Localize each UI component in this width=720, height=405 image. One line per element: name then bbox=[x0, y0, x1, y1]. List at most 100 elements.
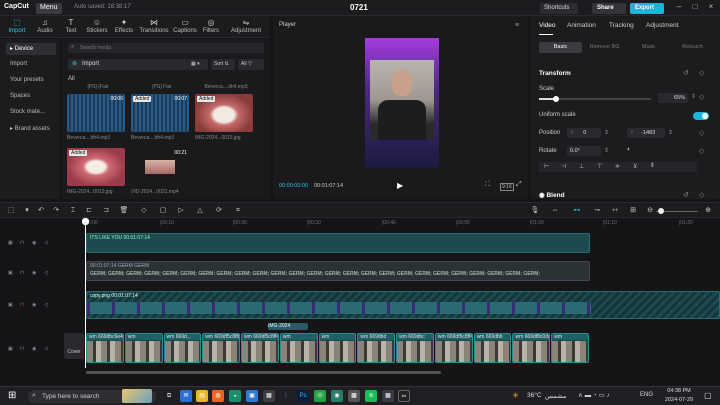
task-view-icon[interactable]: ⧉ bbox=[163, 390, 175, 402]
expand-icon[interactable]: ⤢ bbox=[516, 181, 522, 189]
select-cursor-icon[interactable]: ⬚ bbox=[6, 206, 16, 216]
input-language[interactable]: ENG bbox=[640, 392, 653, 398]
video-clip[interactable]: wm 669d... bbox=[163, 333, 202, 363]
share-button[interactable]: Share bbox=[592, 3, 626, 14]
nav-brand-assets[interactable]: ▸ Brand assets bbox=[6, 123, 56, 135]
video-clip[interactable]: wm bbox=[551, 333, 589, 363]
tool-import[interactable]: ⬚ Import bbox=[2, 18, 32, 38]
bluetooth-icon[interactable]: ᛒ bbox=[280, 390, 292, 402]
audio-icon[interactable]: ◁ bbox=[44, 302, 50, 308]
photoshop-icon[interactable]: Ps bbox=[297, 390, 309, 402]
video-clip[interactable]: wm 669df5c8ff4c bbox=[241, 333, 279, 363]
visibility-icon[interactable]: ◉ bbox=[32, 240, 38, 246]
clock-date[interactable]: 2024-07-29 bbox=[662, 397, 696, 403]
player-menu-icon[interactable]: ≡ bbox=[515, 22, 519, 29]
lock-icon[interactable]: ⊓ bbox=[20, 270, 26, 276]
cover-button[interactable]: Cover bbox=[64, 333, 84, 359]
nav-presets[interactable]: Your presets bbox=[6, 75, 56, 87]
reset-icon[interactable]: ↺ bbox=[683, 69, 689, 77]
align-left-icon[interactable]: ⊢ bbox=[544, 163, 549, 170]
preview-axis-icon[interactable]: ⇿ bbox=[610, 206, 620, 216]
media-item-audio[interactable]: 00:06 bbox=[67, 94, 125, 132]
tab-animation[interactable]: Animation bbox=[567, 22, 596, 29]
lock-icon[interactable]: ⊓ bbox=[20, 302, 26, 308]
align-right-icon[interactable]: ⊥ bbox=[579, 163, 584, 170]
position-y-field[interactable]: Y -1483 bbox=[627, 128, 665, 138]
app-icon[interactable]: ▩ bbox=[348, 390, 360, 402]
video-clip[interactable]: wm bbox=[318, 333, 357, 363]
nav-import[interactable]: Import bbox=[6, 59, 56, 71]
zoom-out-icon[interactable]: ⊖ bbox=[645, 206, 655, 216]
edge-icon[interactable]: ◒ bbox=[229, 390, 241, 402]
tray-icons[interactable]: ∧ ▬ ◔ ▭ ♪ bbox=[578, 391, 610, 399]
shield-icon[interactable]: ◇ bbox=[139, 206, 149, 216]
video-clip[interactable]: wm 669dbd bbox=[357, 333, 396, 363]
video-clip[interactable]: wm bbox=[279, 333, 318, 363]
nav-device[interactable]: ▸ Device bbox=[6, 43, 56, 55]
visibility-icon[interactable]: ◉ bbox=[32, 346, 38, 352]
menu-button[interactable]: Menu bbox=[36, 3, 62, 14]
sort-button[interactable]: Sort ⇅ bbox=[211, 59, 235, 70]
stepper-icon[interactable]: ⇕ bbox=[691, 93, 696, 100]
export-button[interactable]: Export bbox=[630, 3, 664, 14]
playhead[interactable] bbox=[82, 218, 89, 368]
subtab-mask[interactable]: Mask bbox=[627, 42, 670, 53]
media-item-image[interactable]: Added bbox=[67, 148, 125, 186]
lock-icon[interactable]: ⊓ bbox=[20, 346, 26, 352]
align-center-icon[interactable]: ⊣ bbox=[561, 163, 566, 170]
zoom-slider-knob[interactable] bbox=[658, 208, 664, 214]
link-icon[interactable]: ⇔ bbox=[550, 206, 560, 216]
playhead-handle[interactable] bbox=[82, 218, 89, 225]
rotate-dial-icon[interactable]: ◐ bbox=[627, 146, 631, 153]
video-clip[interactable]: wm bbox=[124, 333, 163, 363]
import-button[interactable]: Import bbox=[68, 59, 188, 70]
audio-icon[interactable]: ◁ bbox=[44, 346, 50, 352]
subtab-retouch[interactable]: Retouch bbox=[671, 42, 714, 53]
crop-icon[interactable]: ⌗ bbox=[233, 206, 243, 216]
notification-icon[interactable]: ▢ bbox=[704, 391, 712, 400]
firefox-icon[interactable]: ◍ bbox=[212, 390, 224, 402]
app-icon[interactable]: ▦ bbox=[382, 390, 394, 402]
delete-icon[interactable]: 🗑 bbox=[119, 206, 129, 216]
visibility-icon[interactable]: ◉ bbox=[32, 302, 38, 308]
reverse-icon[interactable]: ▷ bbox=[176, 206, 186, 216]
lock-icon[interactable]: ▣ bbox=[8, 240, 14, 246]
zoom-in-icon[interactable]: ⊕ bbox=[703, 206, 713, 216]
minimize-icon[interactable]: – bbox=[672, 2, 686, 14]
split-icon[interactable]: ⌶ bbox=[68, 206, 78, 216]
keyframe-icon[interactable]: ◇ bbox=[699, 69, 704, 77]
distribute-icon[interactable]: ⫴ bbox=[651, 163, 654, 170]
tool-transitions[interactable]: ⋈ Transitions bbox=[139, 18, 169, 38]
microphone-icon[interactable]: 🎙 bbox=[530, 206, 540, 216]
media-item-video[interactable]: 00:21 bbox=[131, 148, 189, 186]
tool-filters[interactable]: ◎ Filters bbox=[196, 18, 226, 38]
rotate-field[interactable]: 0.0° bbox=[567, 146, 601, 156]
timeline-scrollbar[interactable] bbox=[86, 371, 441, 374]
zoom-slider[interactable] bbox=[656, 208, 698, 214]
keyframe-icon[interactable]: ◇ bbox=[699, 191, 704, 199]
keyframe-icon[interactable]: ◇ bbox=[699, 129, 704, 137]
keyframe-icon[interactable]: ◇ bbox=[699, 147, 704, 155]
stepper-icon[interactable]: ⇕ bbox=[668, 129, 673, 136]
media-item-image[interactable]: Added bbox=[195, 94, 253, 132]
maximize-icon[interactable]: □ bbox=[688, 2, 702, 14]
mail-app-icon[interactable]: ✉ bbox=[180, 390, 192, 402]
lock-icon[interactable]: ▣ bbox=[8, 346, 14, 352]
tab-tracking[interactable]: Tracking bbox=[609, 22, 634, 29]
scale-slider[interactable] bbox=[539, 96, 651, 102]
preview-canvas[interactable] bbox=[365, 38, 439, 168]
tool-stickers[interactable]: ☺ Stickers bbox=[82, 18, 112, 38]
timeline-ruler[interactable]: 00:00 |00:10 |00:20 |00:30 |00:40 |00:50… bbox=[85, 219, 720, 228]
video-clip[interactable]: wm 669df5c8ff4a82 bbox=[434, 333, 473, 363]
split-right-icon[interactable]: ⊐ bbox=[101, 206, 111, 216]
align-top-icon[interactable]: ⊤ bbox=[597, 163, 602, 170]
magnet-icon[interactable]: ⊷ bbox=[572, 206, 582, 216]
aspect-ratio-button[interactable]: 9:16 bbox=[500, 183, 514, 191]
close-icon[interactable]: × bbox=[704, 2, 718, 14]
video-clip[interactable]: wm 669dbc bbox=[396, 333, 434, 363]
reset-icon[interactable]: ↺ bbox=[683, 191, 689, 199]
scale-value-field[interactable]: 65% bbox=[658, 93, 688, 103]
store-icon[interactable]: ▣ bbox=[246, 390, 258, 402]
chevron-down-icon[interactable]: ▾ bbox=[22, 206, 32, 216]
clock-time[interactable]: 04:38 PM bbox=[666, 388, 692, 394]
